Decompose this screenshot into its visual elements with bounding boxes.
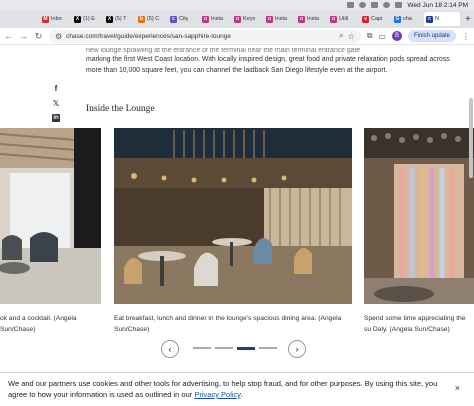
carousel-dot[interactable] [215,347,233,349]
carousel-next-button[interactable]: › [288,340,306,358]
carousel-dot[interactable] [193,347,211,349]
extensions-icon[interactable]: ⧉ [367,31,373,41]
url-text[interactable]: chase.com/travel/guide/experiences/san-s… [66,33,335,40]
browser-tab[interactable]: cN [424,12,460,26]
carousel-image-dining-area [114,128,352,304]
finish-update-button[interactable]: Finish update [407,30,456,42]
tab-label: City [179,16,189,22]
browser-tab[interactable]: c City [168,12,198,26]
browser-tab[interactable]: X (1) E [72,12,102,26]
cookie-banner: We and our partners use cookies and othe… [0,372,474,406]
avatar[interactable]: B [391,31,402,41]
page-content: new lounge sprawling at the entrance of … [0,46,474,366]
browser-tab[interactable]: o Insta [296,12,326,26]
cookie-message: We and our partners use cookies and othe… [8,378,448,400]
cookie-message-suffix: . [240,390,243,399]
clock[interactable]: Wed Jun 18 2:14 PM [407,2,468,9]
tab-label: Keys [243,16,256,22]
chevron-left-icon: ‹ [168,344,172,354]
tab-favicon-icon: c [426,15,433,23]
tab-favicon-icon: M [42,15,49,23]
browser-tab[interactable]: X (5) T [104,12,134,26]
menu-icon[interactable]: ⋮ [462,32,470,41]
tab-label: Capi [371,16,383,22]
tab-favicon-icon: X [106,15,113,23]
carousel-dot[interactable] [259,347,277,349]
tab-label: (1) E [83,16,95,22]
tab-favicon-icon: G [394,15,401,23]
carousel-caption: Spend some time appreciating the su Daly… [364,315,466,333]
control-center-icon[interactable] [395,2,403,8]
tab-label: cha [403,16,412,22]
tab-label: (5) T [115,16,127,22]
linkedin-icon[interactable]: in [52,114,60,122]
tab-label: (5) C [147,16,160,22]
article-intro-top: new lounge sprawling at the entrance of … [86,48,361,54]
carousel-dot[interactable] [237,347,255,350]
wifi-icon[interactable] [359,2,367,8]
tab-label: Utili [339,16,349,22]
spotlight-icon[interactable] [383,2,391,8]
browser-toolbar: ← → ↻ ⚙ chase.com/travel/guide/experienc… [0,28,474,45]
article-intro-text: marking the first West Coast location. W… [86,56,450,74]
browser-tab[interactable]: Gcha [392,12,422,26]
x-icon[interactable]: 𝕏 [52,99,60,108]
tab-label: N [435,16,439,22]
tab-label: Inbo [51,16,62,22]
system-menu-bar: Wed Jun 18 2:14 PM [0,0,474,10]
section-title: Inside the Lounge [86,104,155,114]
tab-strip: M Inbo X (1) E X (5) Tb (5) Cc City o Insta o Keys o… [0,10,474,28]
privacy-policy-link[interactable]: Privacy Policy [194,390,240,399]
tab-favicon-icon: v [362,15,369,23]
carousel-caption: ok and a cocktail. (Angela Sun/Chase) [0,315,77,333]
tab-favicon-icon: o [234,15,241,23]
browser-tab[interactable]: o Utili [328,12,358,26]
carousel-caption: Eat breakfast, lunch and dinner in the l… [114,315,342,333]
carousel-image-lounge-seating [0,128,101,304]
browser-tab[interactable]: o Keys [232,12,262,26]
battery-icon[interactable] [371,2,379,8]
facebook-icon[interactable]: f [52,84,60,93]
tab-favicon-icon: o [266,15,273,23]
browser-tab[interactable]: M Inbo [40,12,70,26]
tab-label: Insta [307,16,319,22]
address-bar[interactable]: ⚙ chase.com/travel/guide/experiences/san… [49,29,361,43]
tab-favicon-icon: c [170,15,177,23]
page-scrollbar[interactable] [469,98,473,178]
tab-favicon-icon: o [330,15,337,23]
site-info-icon[interactable]: ⚙ [55,32,62,41]
tab-favicon-icon: o [202,15,209,23]
sidepanel-icon[interactable]: ▭ [378,32,386,41]
browser-tab[interactable]: o Insta [200,12,230,26]
chevron-right-icon: › [295,344,299,354]
back-icon[interactable]: ← [4,31,13,41]
browser-tab[interactable]: v Capi [360,12,390,26]
browser-tab[interactable]: o Insta [264,12,294,26]
bookmark-star-icon[interactable]: ☆ [348,32,355,41]
carousel-image-art-installation [364,128,474,304]
carousel-pagination [193,347,277,350]
new-tab-button[interactable]: + [465,14,471,25]
tab-label: Insta [211,16,223,22]
close-icon[interactable]: × [455,383,460,393]
carousel-prev-button[interactable]: ‹ [161,340,179,358]
reload-icon[interactable]: ↻ [34,31,43,42]
tab-label: Insta [275,16,287,22]
search-icon[interactable]: ⌕ [339,31,343,41]
browser-tab[interactable]: b (5) C [136,12,166,26]
tab-favicon-icon: o [298,15,305,23]
forward-icon[interactable]: → [19,31,28,41]
article-intro: new lounge sprawling at the entrance of … [86,48,466,77]
tab-favicon-icon: X [74,15,81,23]
system-status-icon[interactable] [347,2,355,8]
tab-favicon-icon: b [138,15,145,23]
